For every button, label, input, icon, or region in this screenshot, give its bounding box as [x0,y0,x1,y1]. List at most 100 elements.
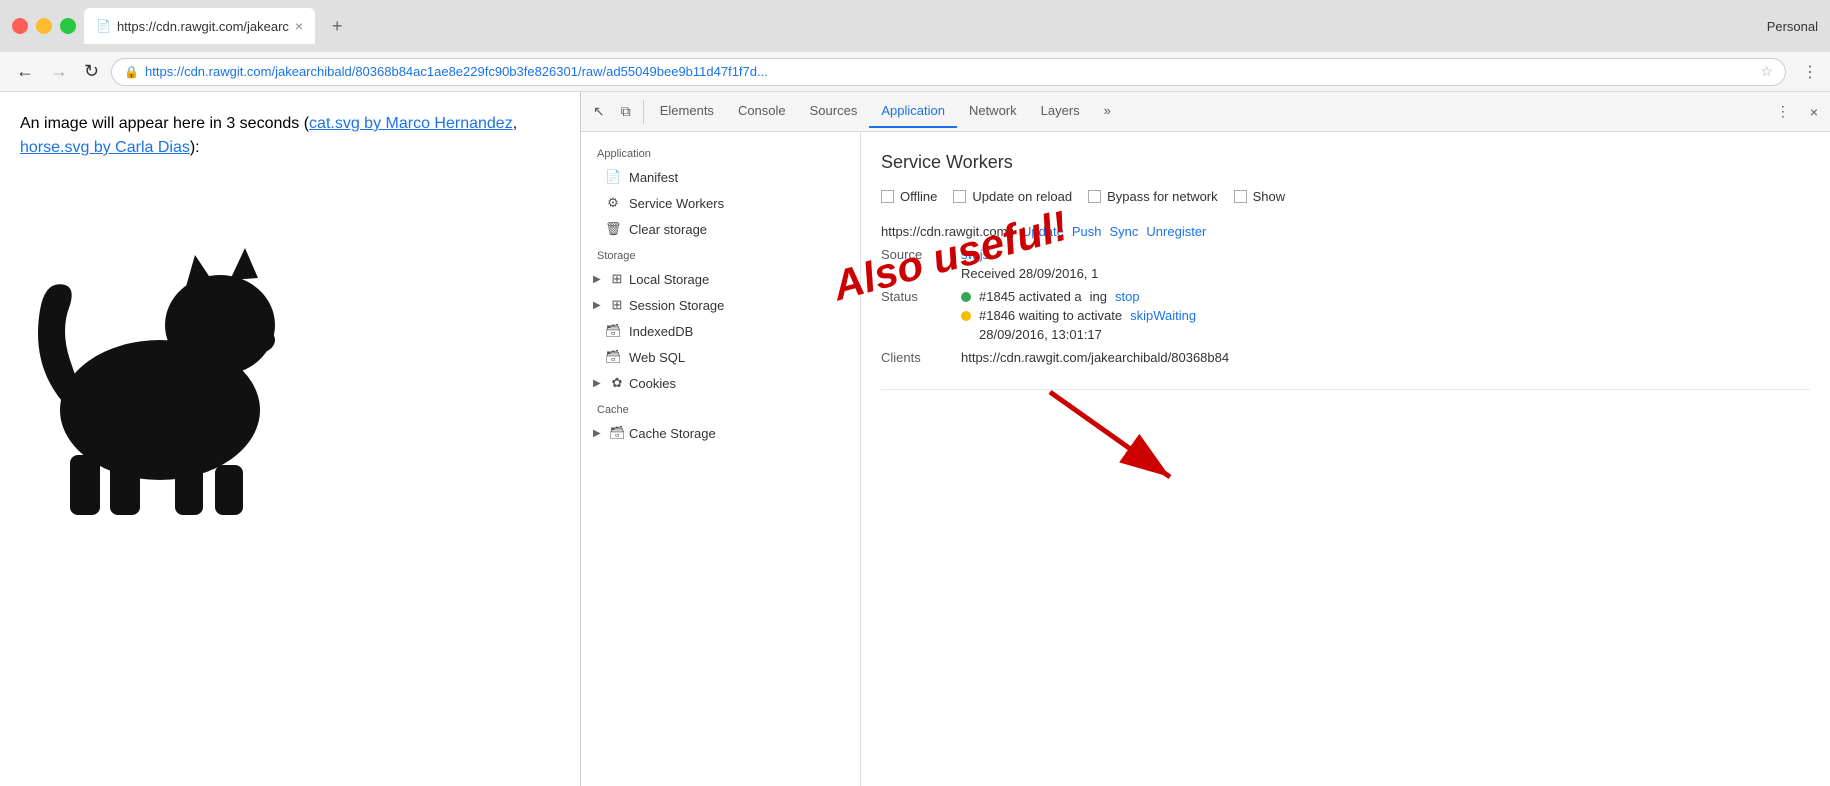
sw-file-link[interactable]: sw.js [961,247,989,262]
cache-storage-icon: 🗃 [609,425,625,441]
tab-application[interactable]: Application [869,95,957,128]
sw-unregister-link[interactable]: Unregister [1146,224,1206,239]
sidebar-item-cache-storage-label: Cache Storage [629,426,716,441]
manifest-icon: 📄 [605,169,621,185]
sw-skip-waiting-link[interactable]: skipWaiting [1130,308,1196,323]
devtools-tabs: Elements Console Sources Application Net… [648,95,1768,128]
devtools-menu-button[interactable]: ⋮ [1768,99,1798,124]
cat-image [20,170,300,520]
clients-value: https://cdn.rawgit.com/jakearchibald/803… [961,350,1229,365]
tab-console[interactable]: Console [726,95,798,128]
toolbar-separator [643,100,644,124]
forward-button[interactable]: → [46,61,72,82]
section-application-title: Application [581,140,860,164]
sw-update-link[interactable]: Update [1022,224,1064,239]
sw-received-text: Received 28/09/2016, 1 [961,266,1098,281]
show-checkbox[interactable] [1234,190,1247,203]
sw-running-text: ing [1090,289,1107,304]
offline-checkbox[interactable] [881,190,894,203]
sw-active-text: #1845 activated a [979,289,1082,304]
tab-elements[interactable]: Elements [648,95,726,128]
tab-bar: 📄 https://cdn.rawgit.com/jakearc × + Per… [84,8,1818,44]
text-after: ): [190,139,200,156]
tab-layers[interactable]: Layers [1029,95,1092,128]
status-value: #1845 activated a ing stop #1846 waiting… [961,289,1196,342]
browser-window: 📄 https://cdn.rawgit.com/jakearc × + Per… [0,0,1830,786]
update-on-reload-label: Update on reload [972,189,1072,204]
minimize-button[interactable] [36,18,52,34]
traffic-lights [12,18,76,34]
devtools: ↖ ⧉ Elements Console Sources Application… [580,92,1830,786]
sidebar-item-local-storage-label: Local Storage [629,272,709,287]
section-cache-title: Cache [581,396,860,420]
sidebar-item-manifest[interactable]: 📄 Manifest [581,164,860,190]
close-button[interactable] [12,18,28,34]
show-option: Show [1234,189,1286,204]
page-content: An image will appear here in 3 seconds (… [0,92,580,786]
bypass-network-checkbox[interactable] [1088,190,1101,203]
service-workers-icon: ⚙ [605,195,621,211]
reload-button[interactable]: ↻ [80,61,103,82]
title-bar: 📄 https://cdn.rawgit.com/jakearc × + Per… [0,0,1830,52]
cookies-icon: ✿ [609,375,625,391]
devtools-main-panel: Service Workers Offline Update on reload [861,132,1830,786]
sidebar-item-indexeddb[interactable]: 🗃 IndexedDB [581,318,860,344]
active-tab[interactable]: 📄 https://cdn.rawgit.com/jakearc × [84,8,315,44]
devtools-body: Application 📄 Manifest ⚙ Service Workers… [581,132,1830,786]
sw-push-link[interactable]: Push [1072,224,1102,239]
sidebar-item-local-storage[interactable]: ▶ ⊞ Local Storage [581,266,860,292]
main-area: An image will appear here in 3 seconds (… [0,92,1830,786]
sidebar-item-cookies[interactable]: ▶ ✿ Cookies [581,370,860,396]
bypass-network-label: Bypass for network [1107,189,1218,204]
sidebar-item-clear-storage[interactable]: 🗑 Clear storage [581,216,860,242]
source-value: sw.js Received 28/09/2016, 1 [961,247,1098,281]
address-bar[interactable]: 🔒 https://cdn.rawgit.com/jakearchibald/8… [111,58,1786,86]
sidebar-item-indexeddb-label: IndexedDB [629,324,693,339]
back-button[interactable]: ← [12,61,38,82]
sidebar-item-clear-storage-label: Clear storage [629,222,707,237]
sidebar-item-service-workers[interactable]: ⚙ Service Workers [581,190,860,216]
bookmark-icon[interactable]: ☆ [1760,63,1773,80]
text-before: An image will appear here in 3 seconds ( [20,115,309,132]
sidebar-item-session-storage[interactable]: ▶ ⊞ Session Storage [581,292,860,318]
sw-url-text: https://cdn.rawgit.com/j [881,224,1014,239]
element-picker-button[interactable]: ↖ [585,99,613,124]
sw-options: Offline Update on reload Bypass for netw… [881,189,1810,204]
page-description: An image will appear here in 3 seconds (… [20,112,560,160]
new-tab-icon: + [332,16,343,37]
status-label: Status [881,289,961,342]
tab-network[interactable]: Network [957,95,1029,128]
sw-entry: https://cdn.rawgit.com/j Update Push Syn… [881,224,1810,390]
sw-stop-link[interactable]: stop [1115,289,1140,304]
tab-sources[interactable]: Sources [798,95,870,128]
update-on-reload-option: Update on reload [953,189,1072,204]
sw-client-url: https://cdn.rawgit.com/jakearchibald/803… [961,350,1229,365]
browser-menu-icon[interactable]: ⋮ [1802,62,1818,82]
cat-svg-link[interactable]: cat.svg by Marco Hernandez [309,115,513,132]
sidebar-item-web-sql[interactable]: 🗃 Web SQL [581,344,860,370]
lock-icon: 🔒 [124,65,139,79]
sw-status-waiting: #1846 waiting to activate skipWaiting [961,308,1196,323]
tab-title: https://cdn.rawgit.com/jakearc [117,19,289,34]
bypass-network-option: Bypass for network [1088,189,1218,204]
section-storage-title: Storage [581,242,860,266]
device-toggle-button[interactable]: ⧉ [613,99,639,124]
maximize-button[interactable] [60,18,76,34]
indexeddb-icon: 🗃 [605,323,621,339]
horse-svg-link[interactable]: horse.svg by Carla Dias [20,139,190,156]
tab-more[interactable]: » [1092,95,1123,128]
nav-bar: ← → ↻ 🔒 https://cdn.rawgit.com/jakearchi… [0,52,1830,92]
sidebar-item-cache-storage[interactable]: ▶ 🗃 Cache Storage [581,420,860,446]
update-on-reload-checkbox[interactable] [953,190,966,203]
tab-close-icon[interactable]: × [295,18,303,34]
new-tab-button[interactable]: + [323,12,351,40]
session-storage-expand-icon: ▶ [593,300,605,311]
show-label: Show [1253,189,1286,204]
sw-sync-link[interactable]: Sync [1110,224,1139,239]
clients-label: Clients [881,350,961,365]
sidebar-item-web-sql-label: Web SQL [629,350,685,365]
devtools-close-button[interactable]: × [1802,99,1826,124]
devtools-toolbar: ↖ ⧉ Elements Console Sources Application… [581,92,1830,132]
local-storage-expand-icon: ▶ [593,274,605,285]
source-label: Source [881,247,961,281]
